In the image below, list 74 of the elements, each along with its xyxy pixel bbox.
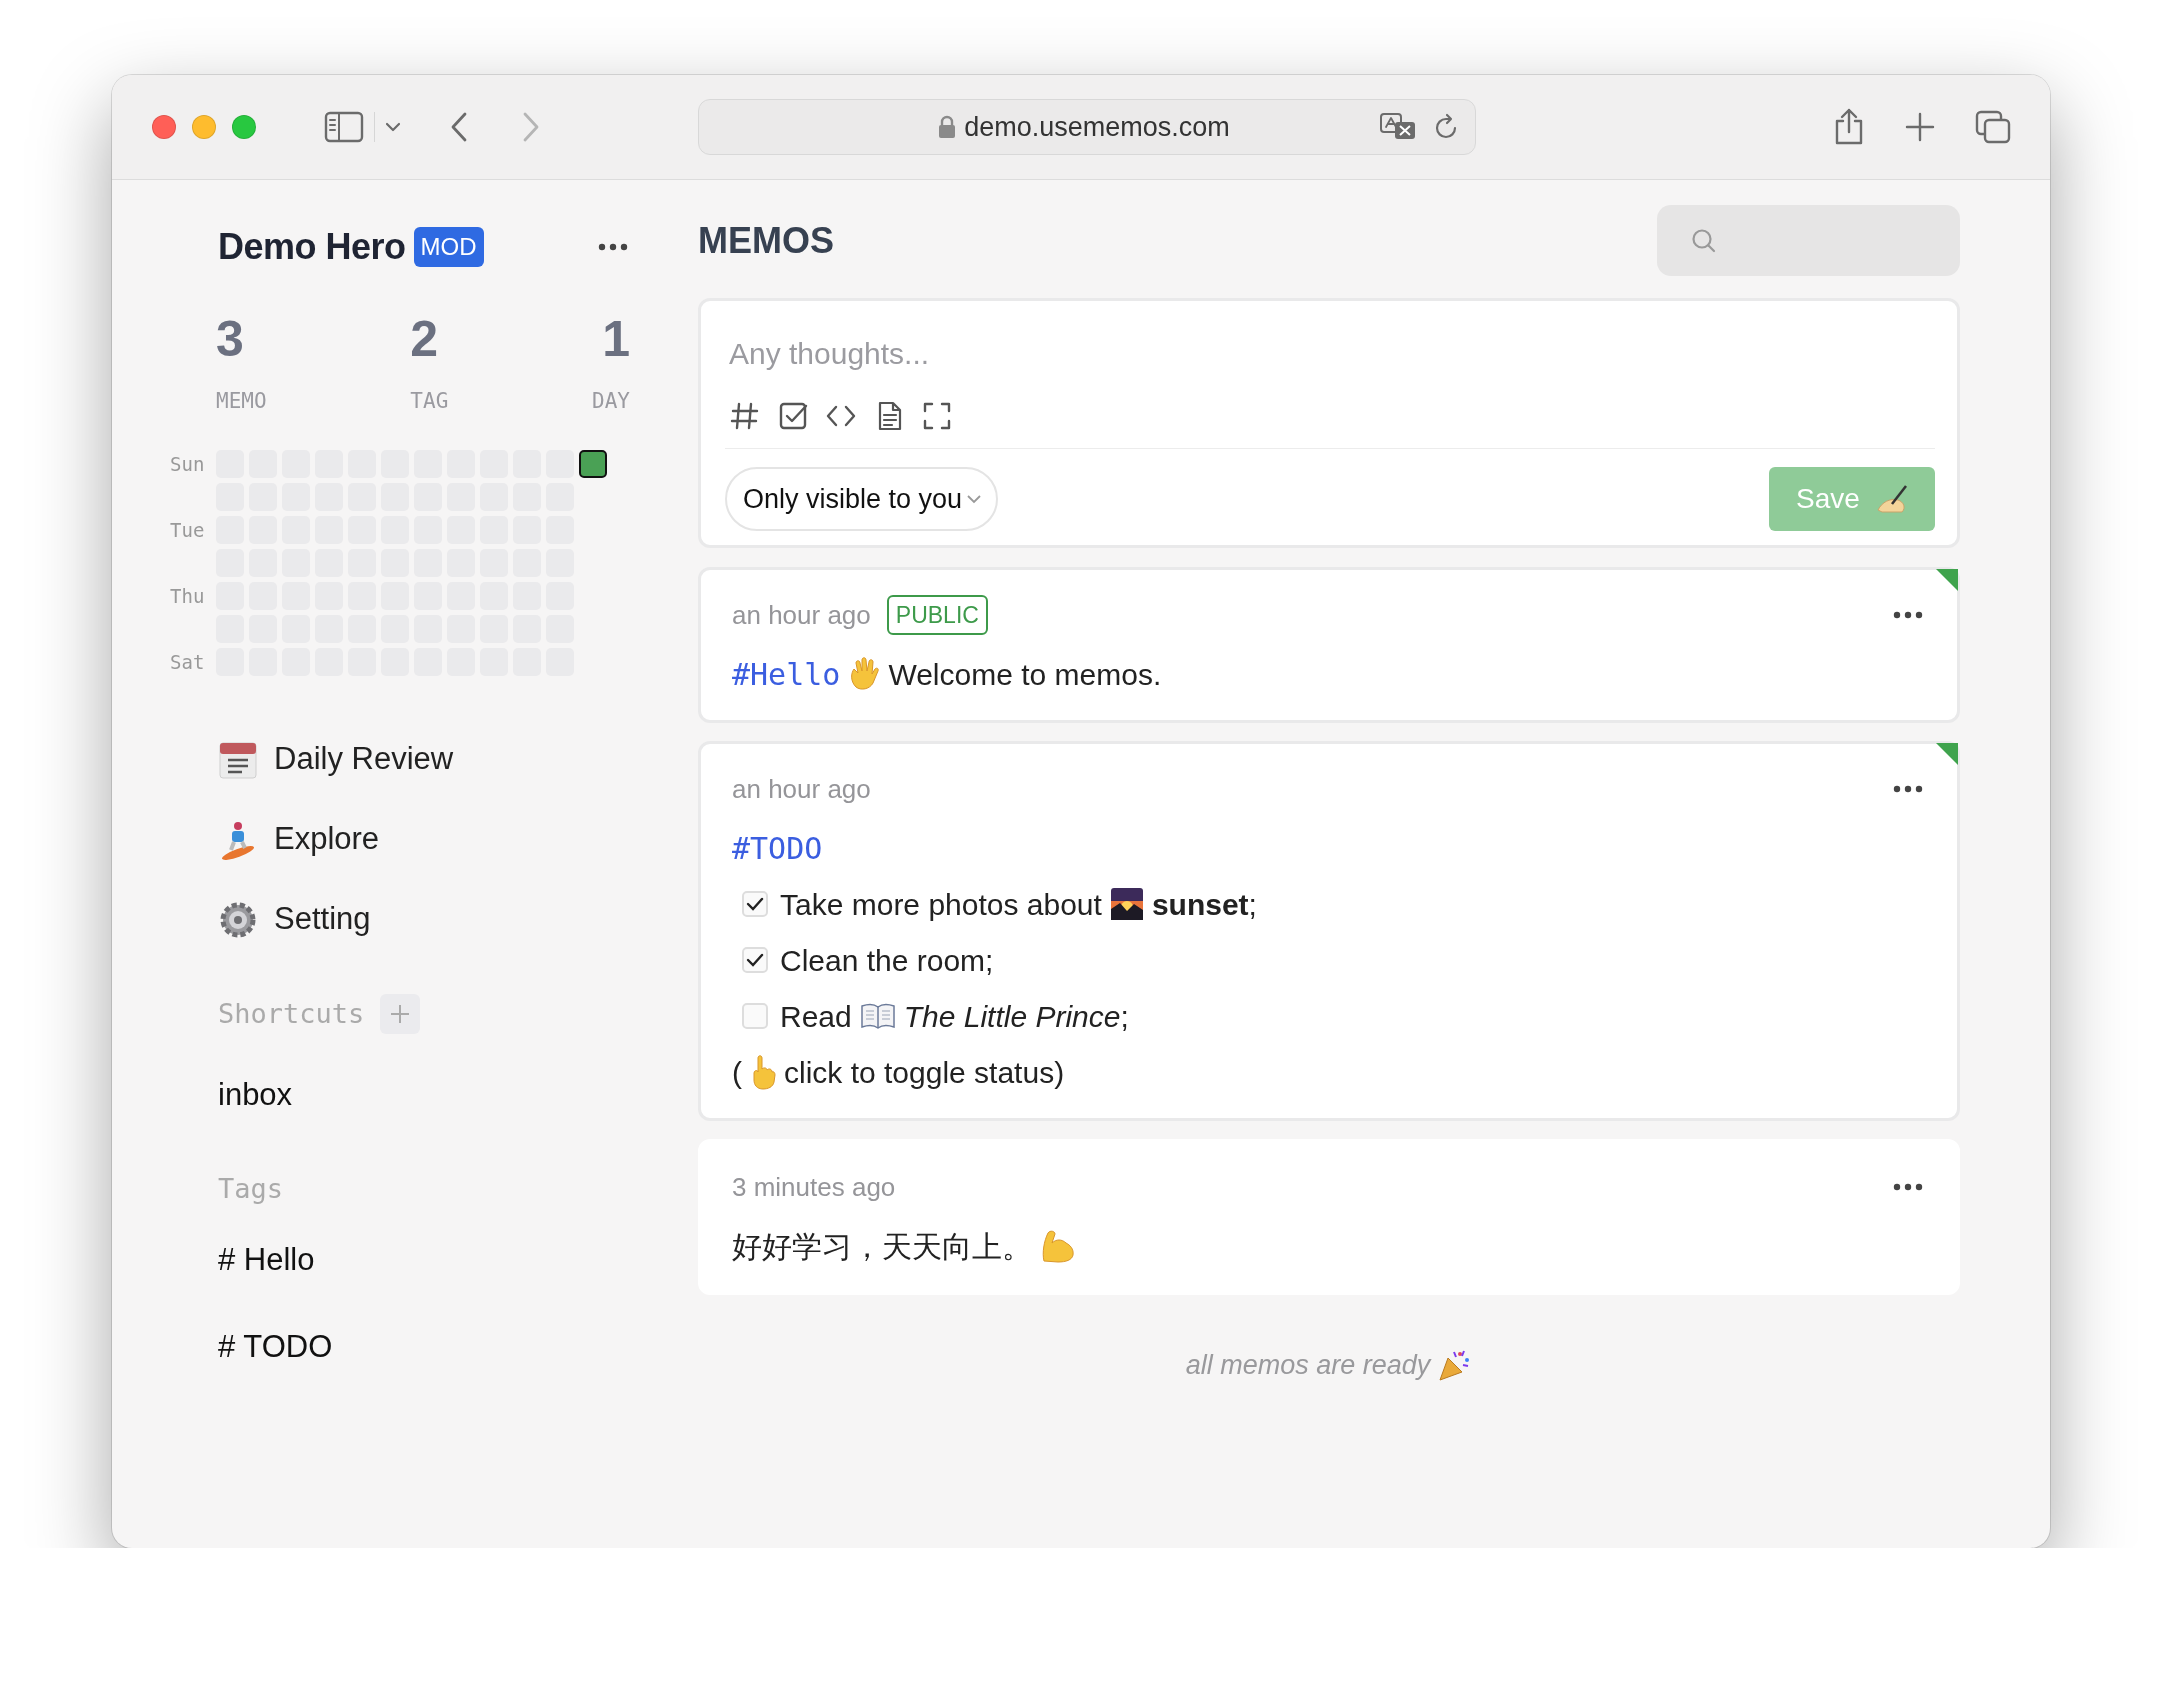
stat-number: 1 (602, 314, 630, 364)
day-label: Sat (170, 649, 206, 675)
new-tab-icon[interactable] (1905, 112, 1935, 142)
more-icon[interactable] (598, 243, 628, 251)
tab-overview-icon[interactable] (1975, 110, 2011, 144)
memo-text: Read (780, 998, 852, 1035)
stat-number: 3 (216, 314, 244, 364)
task-checkbox[interactable] (742, 891, 768, 917)
search-icon (1691, 227, 1717, 254)
more-icon[interactable] (1893, 611, 1923, 619)
day-label: Thu (170, 583, 206, 609)
memo-time: an hour ago (732, 598, 871, 632)
stat-label: DAY (592, 388, 630, 415)
memo-text: Welcome to memos. (888, 656, 1162, 693)
memo-text: ( (732, 1054, 742, 1091)
memo-text: click to toggle status) (784, 1054, 1065, 1091)
sunset-icon (1109, 887, 1144, 921)
plus-icon (389, 1002, 412, 1025)
open-book-icon (859, 1002, 896, 1030)
user-name: Demo Hero (218, 225, 406, 269)
memo-time: 3 minutes ago (732, 1170, 896, 1204)
tag-item[interactable]: # TODO (218, 1323, 333, 1370)
nav-link[interactable]: Daily Review (218, 719, 698, 800)
close-window-button[interactable] (152, 115, 176, 139)
task-checkbox[interactable] (742, 947, 768, 973)
nav-link[interactable]: Explore (218, 799, 698, 880)
checkbox-icon[interactable] (777, 400, 809, 432)
flexed-arm-icon (1040, 1229, 1076, 1263)
calendar-icon (218, 739, 258, 780)
page-title: MEMOS (698, 218, 834, 263)
url-text: demo.usememos.com (964, 110, 1230, 144)
memo-input[interactable]: Any thoughts... (725, 331, 1935, 376)
visibility-select[interactable]: Only visible to you (725, 467, 999, 531)
memo-text: 好好学习，天天向上。 (732, 1228, 1032, 1265)
writing-hand-icon (1875, 484, 1908, 514)
checkmark-icon (746, 896, 764, 912)
day-label: Sun (170, 451, 206, 477)
visibility-badge: PUBLIC (886, 594, 988, 636)
memo-time: an hour ago (732, 772, 871, 806)
stat-label: MEMO (216, 388, 267, 415)
memo-text: Take more photos about (780, 886, 1102, 923)
sidebar-toggle-icon[interactable] (324, 111, 364, 143)
memo-text: sunset; (1151, 886, 1257, 923)
checkmark-icon (746, 952, 764, 968)
section-title: Shortcuts (218, 996, 365, 1031)
lock-icon (938, 115, 957, 139)
section-title: Tags (218, 1171, 284, 1206)
zoom-window-button[interactable] (232, 115, 256, 139)
more-icon[interactable] (1893, 785, 1923, 793)
tag-item[interactable]: # Hello (218, 1237, 315, 1284)
share-icon[interactable] (1833, 108, 1865, 146)
reload-icon[interactable] (1433, 113, 1459, 141)
shortcut-item[interactable]: inbox (170, 1072, 698, 1119)
tag-link[interactable]: #Hello (732, 651, 841, 697)
nav-link[interactable]: Setting (218, 879, 698, 960)
stat-label: TAG (410, 388, 449, 415)
memo-text: The Little Prince; (903, 998, 1129, 1035)
chevron-down-icon (966, 494, 983, 504)
memo-text: Clean the room; (780, 942, 994, 979)
waving-hand-icon (848, 657, 881, 691)
task-checkbox[interactable] (742, 1003, 768, 1029)
role-badge: MOD (413, 227, 484, 267)
fullscreen-icon[interactable] (921, 400, 953, 432)
stat-number: 2 (410, 314, 439, 364)
day-label: Tue (170, 517, 206, 543)
translate-icon[interactable] (1379, 112, 1417, 142)
address-bar[interactable]: demo.usememos.com (698, 99, 1476, 155)
more-icon[interactable] (1893, 1183, 1923, 1191)
search-field[interactable] (1657, 205, 1960, 276)
hash-icon[interactable] (729, 400, 761, 432)
tag-link[interactable]: #TODO (732, 825, 823, 871)
status-message: all memos are ready (1185, 1349, 1431, 1382)
pointing-hand-icon (750, 1054, 776, 1090)
chevron-down-icon[interactable] (385, 122, 401, 132)
